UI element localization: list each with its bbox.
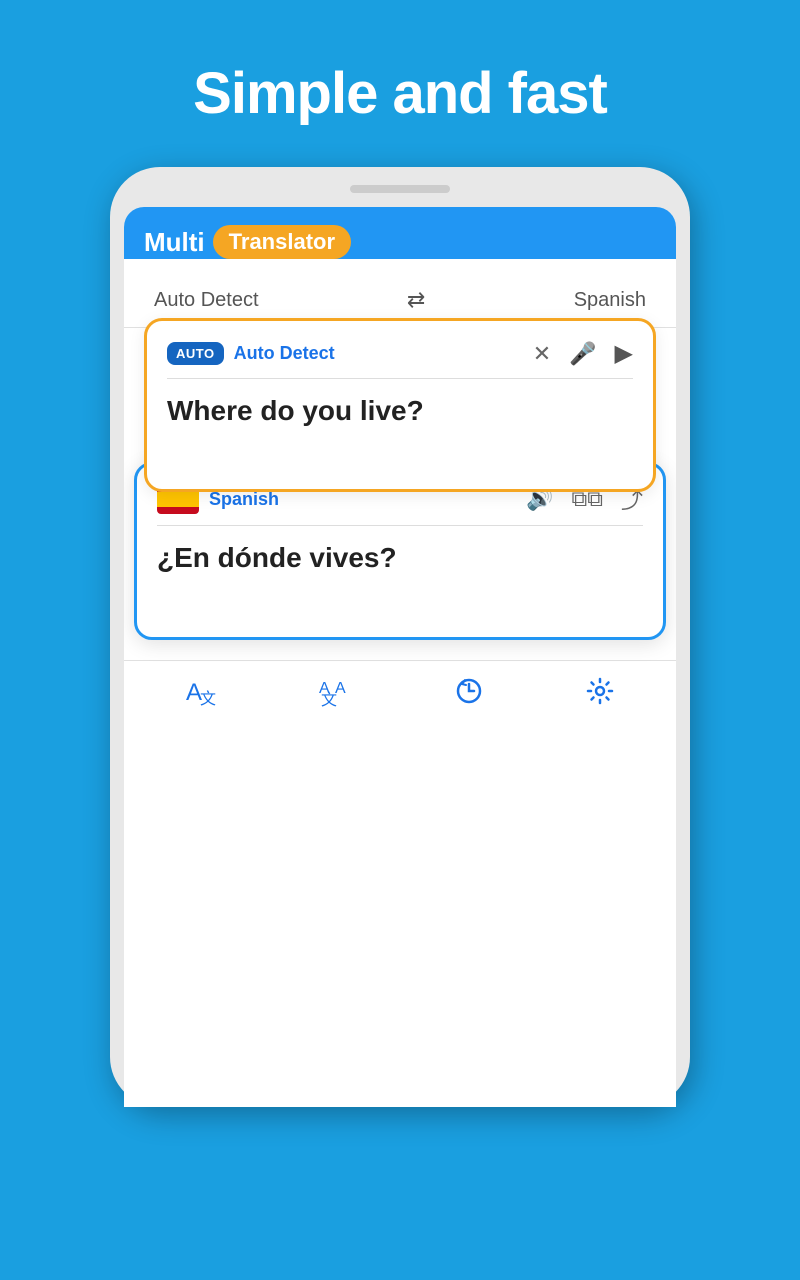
input-language-name[interactable]: Auto Detect <box>234 343 533 364</box>
microphone-icon[interactable]: 🎤 <box>569 341 596 367</box>
app-logo: Multi Translator <box>144 225 656 259</box>
nav-translate-icon[interactable]: A 文 <box>186 676 216 706</box>
input-divider <box>167 378 633 379</box>
app-header: Multi Translator <box>124 207 676 259</box>
phone-speaker <box>350 185 450 193</box>
phone-shell: Multi Translator Auto Detect ⇄ Spanish A… <box>110 167 690 1107</box>
output-divider <box>157 525 643 526</box>
nav-settings-icon[interactable] <box>586 677 614 705</box>
nav-history-icon[interactable] <box>455 677 483 705</box>
svg-text:文: 文 <box>200 690 216 706</box>
input-card: AUTO Auto Detect 🎤 ▶ Where do you live? <box>144 318 656 492</box>
target-language-label[interactable]: Spanish <box>574 289 646 312</box>
flag-yellow <box>157 492 199 507</box>
send-icon[interactable]: ▶ <box>615 339 633 368</box>
output-text-display: ¿En dónde vives? <box>157 540 643 576</box>
input-card-actions: 🎤 ▶ <box>533 339 633 368</box>
swap-languages-icon[interactable]: ⇄ <box>407 287 425 313</box>
phone-screen: Multi Translator Auto Detect ⇄ Spanish A… <box>124 207 676 1107</box>
flag-bottom-red <box>157 507 199 515</box>
logo-multi: Multi <box>144 227 205 258</box>
nav-translate-alt-icon[interactable]: A 文 A <box>319 675 351 707</box>
auto-badge: AUTO <box>167 342 224 365</box>
output-language-name[interactable]: Spanish <box>209 489 526 510</box>
logo-translator: Translator <box>213 225 351 259</box>
input-text-display: Where do you live? <box>167 393 633 429</box>
clear-icon[interactable] <box>533 341 551 367</box>
input-card-header: AUTO Auto Detect 🎤 ▶ <box>167 339 633 368</box>
page-headline: Simple and fast <box>193 60 607 127</box>
bottom-nav: A 文 A 文 A <box>124 660 676 721</box>
source-language-label[interactable]: Auto Detect <box>154 289 259 312</box>
svg-text:A: A <box>335 680 346 697</box>
